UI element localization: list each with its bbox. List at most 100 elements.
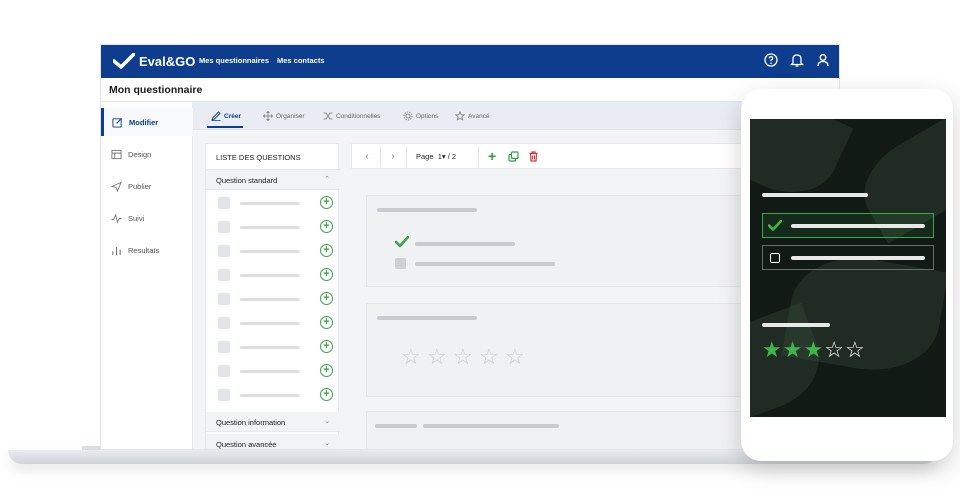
question-type-icon <box>218 221 230 233</box>
sidebar-item-suivi[interactable]: Suivi <box>101 204 193 232</box>
layout-icon <box>111 149 122 159</box>
page-title: Mon questionnaire <box>109 84 203 96</box>
tab-creer[interactable]: Créer <box>211 111 241 121</box>
divider <box>380 147 381 167</box>
question-type-placeholder <box>240 298 300 301</box>
question-type-row[interactable]: + <box>218 268 333 282</box>
rating-star-icon[interactable]: ☆ <box>401 346 421 368</box>
phone-option-placeholder <box>791 224 925 228</box>
filled-star-icon[interactable]: ★ <box>762 337 783 362</box>
phone-option[interactable] <box>762 245 934 270</box>
add-question-icon[interactable]: + <box>320 244 333 257</box>
question-type-row[interactable]: + <box>218 292 333 306</box>
sidebar-item-resultats[interactable]: Resultats <box>101 236 193 264</box>
checkbox[interactable] <box>770 253 780 263</box>
section-question-information[interactable]: Question information ⌄ <box>206 412 340 432</box>
question-type-row[interactable]: + <box>218 388 333 402</box>
question-type-placeholder <box>240 250 300 253</box>
user-icon[interactable] <box>815 52 831 68</box>
add-question-icon[interactable]: + <box>320 268 333 281</box>
page-dropdown-icon[interactable]: ▾ <box>442 152 446 161</box>
question-type-icon <box>218 197 230 209</box>
sidebar-item-label: Suivi <box>128 213 145 223</box>
question-type-row[interactable]: + <box>218 196 333 210</box>
activity-icon <box>111 212 122 223</box>
add-question-icon[interactable]: + <box>320 364 333 377</box>
add-page-button[interactable]: + <box>488 148 496 164</box>
page-label: Page <box>416 152 434 161</box>
edit-icon <box>112 117 123 128</box>
chevron-down-icon: ⌄ <box>324 440 330 447</box>
add-question-icon[interactable]: + <box>320 196 333 209</box>
question-type-row[interactable]: + <box>218 364 333 378</box>
page-indicator[interactable]: Page 1▾ / 2 <box>416 152 456 161</box>
tab-avance[interactable]: Avancé <box>455 111 490 121</box>
nav-link-questionnaires[interactable]: Mes questionnaires <box>199 56 269 65</box>
unchecked-checkbox[interactable] <box>395 258 406 269</box>
tab-conditionnelles[interactable]: Conditionnelles <box>323 111 380 121</box>
laptop-screen: Eval&GO Mes questionnaires Mes contacts … <box>100 44 840 450</box>
phone-screen: ★★★☆☆ <box>750 119 946 417</box>
empty-star-icon[interactable]: ☆ <box>824 337 845 362</box>
add-question-icon[interactable]: + <box>320 316 333 329</box>
bell-icon[interactable] <box>789 52 805 68</box>
empty-star-icon[interactable]: ☆ <box>845 337 866 362</box>
question-list-header: LISTE DES QUESTIONS <box>206 144 340 170</box>
section-question-avancee[interactable]: Question avancée ⌄ <box>206 434 340 449</box>
star-icon <box>455 111 465 121</box>
phone-star-rating[interactable]: ★★★☆☆ <box>762 337 866 363</box>
checkmark-icon <box>768 220 782 231</box>
pencil-icon <box>211 111 221 121</box>
nav-link-contacts[interactable]: Mes contacts <box>277 56 325 65</box>
sidebar-item-modifier[interactable]: Modifier <box>101 108 193 136</box>
sidebar-item-design[interactable]: Design <box>101 140 193 168</box>
stage: Eval&GO Mes questionnaires Mes contacts … <box>0 0 960 497</box>
rating-star-icon[interactable]: ☆ <box>505 346 525 368</box>
option-placeholder <box>415 262 555 266</box>
option-placeholder <box>415 242 515 246</box>
tab-options[interactable]: Options <box>403 111 438 121</box>
question-type-placeholder <box>240 346 300 349</box>
duplicate-icon[interactable] <box>508 151 519 162</box>
rating-star-icon[interactable]: ☆ <box>427 346 447 368</box>
prev-page-button[interactable]: ‹ <box>358 148 376 166</box>
sidebar-item-label: Publier <box>128 181 152 191</box>
sidebar-item-publier[interactable]: Publier <box>101 172 193 200</box>
divider <box>478 147 479 167</box>
rating-star-icon[interactable]: ☆ <box>453 346 473 368</box>
question-type-placeholder <box>240 274 300 277</box>
checkmark-logo-icon <box>113 53 135 69</box>
trash-icon[interactable] <box>528 151 539 162</box>
checked-checkbox-icon[interactable] <box>395 236 409 248</box>
add-question-icon[interactable]: + <box>320 220 333 233</box>
question-title-placeholder <box>377 208 477 212</box>
add-question-icon[interactable]: + <box>320 388 333 401</box>
tab-label: Options <box>416 112 439 120</box>
question-type-row[interactable]: + <box>218 220 333 234</box>
logo-text: Eval&GO <box>139 53 196 69</box>
tab-label: Conditionnelles <box>336 112 381 120</box>
section-label: Question information <box>216 418 286 427</box>
section-question-standard[interactable]: Question standard ⌃ <box>206 170 340 190</box>
help-icon[interactable] <box>763 52 779 68</box>
next-page-button[interactable]: › <box>384 148 402 166</box>
section-label: Question avancée <box>216 440 277 449</box>
gear-icon <box>403 111 413 121</box>
filled-star-icon[interactable]: ★ <box>803 337 824 362</box>
add-question-icon[interactable]: + <box>320 340 333 353</box>
question-type-row[interactable]: + <box>218 340 333 354</box>
phone-option-selected[interactable] <box>762 213 934 238</box>
shuffle-icon <box>323 112 333 120</box>
logo[interactable]: Eval&GO <box>113 53 195 69</box>
sidebar: Modifier Design Publier Suivi Resultats <box>101 102 193 449</box>
tab-organiser[interactable]: Organiser <box>263 111 305 121</box>
section-label: Question standard <box>216 176 278 185</box>
tab-label: Avancé <box>468 112 490 120</box>
question-title-placeholder <box>377 316 477 320</box>
question-type-row[interactable]: + <box>218 316 333 330</box>
add-question-icon[interactable]: + <box>320 292 333 305</box>
rating-star-icon[interactable]: ☆ <box>479 346 499 368</box>
filled-star-icon[interactable]: ★ <box>783 337 804 362</box>
question-type-row[interactable]: + <box>218 244 333 258</box>
question-type-placeholder <box>240 322 300 325</box>
